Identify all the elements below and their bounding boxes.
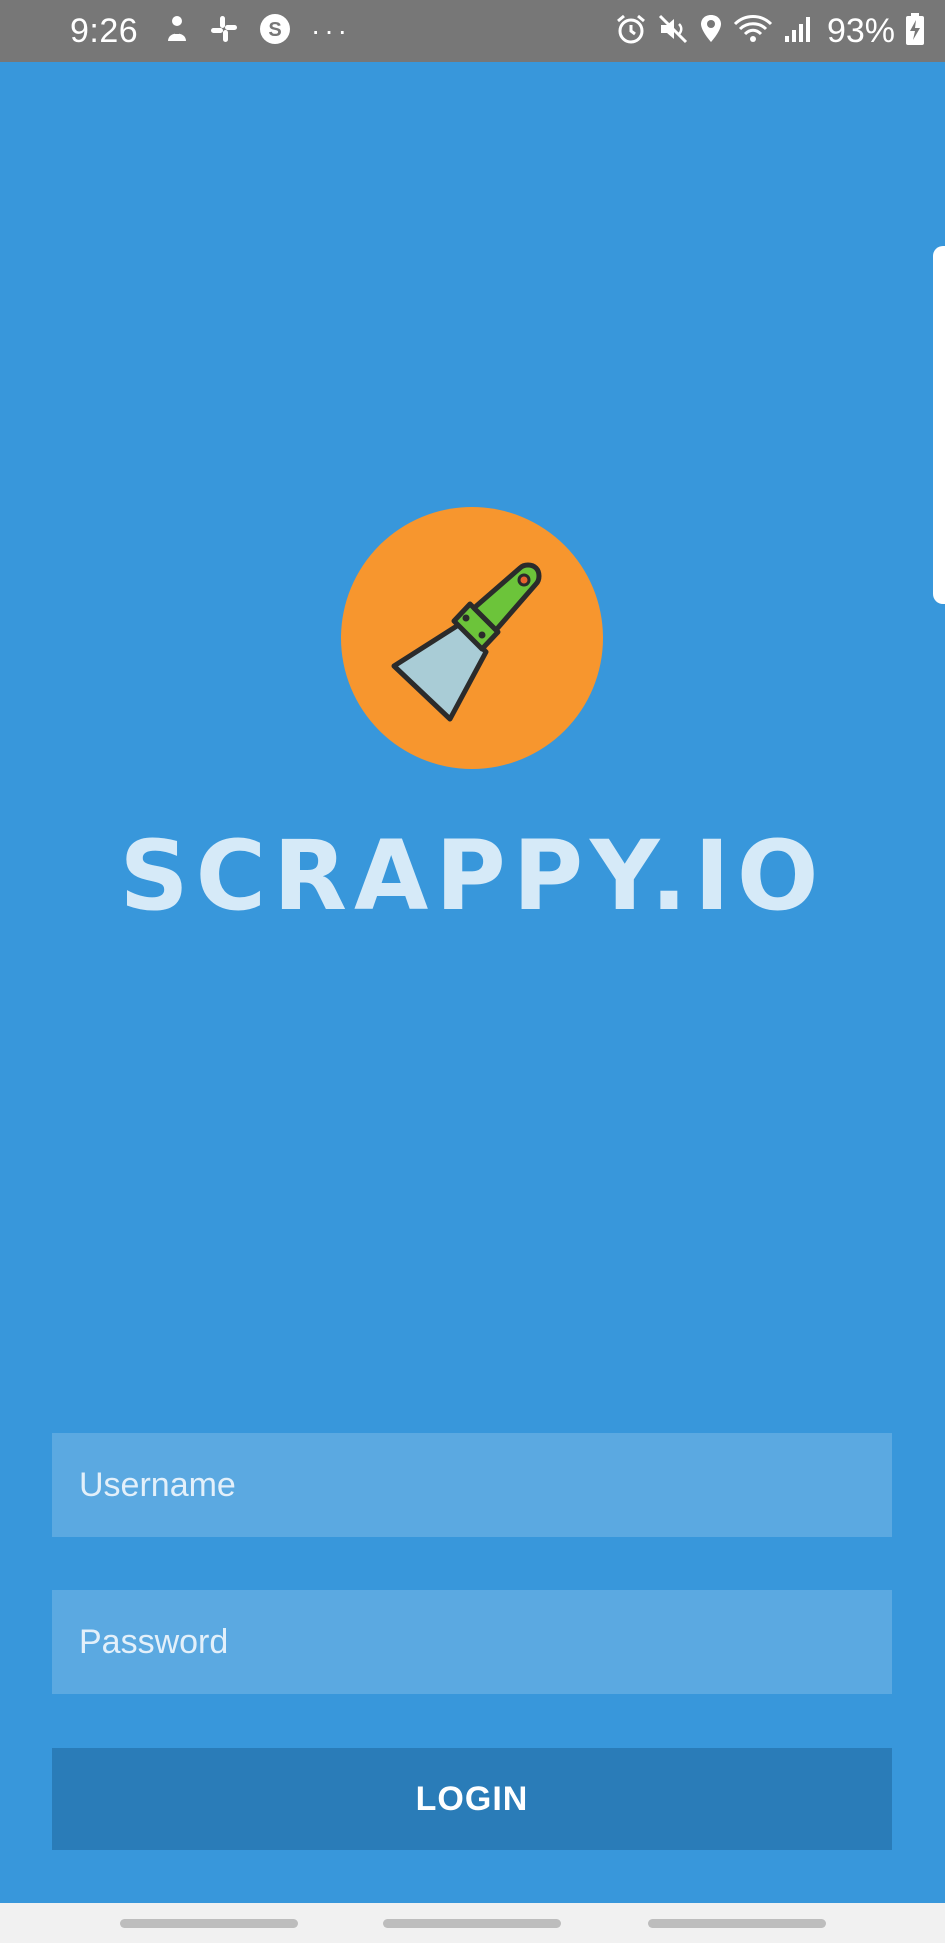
notification-icon [165,14,189,49]
status-time: 9:26 [70,12,139,50]
password-input[interactable] [52,1590,892,1694]
alarm-icon [615,13,647,50]
navigation-bar [0,1903,945,1943]
username-input[interactable] [52,1433,892,1537]
app-title: SCRAPPY.IO [119,820,826,932]
status-bar: 9:26 S ··· 93% [0,0,945,62]
status-left-icons: S ··· [165,13,351,50]
battery-charging-icon [905,12,925,51]
more-notifications-icon: ··· [311,15,351,46]
nav-back-button[interactable] [648,1919,826,1928]
app-logo [340,506,604,770]
battery-percent: 93% [826,11,895,50]
location-icon [699,13,723,50]
nav-home-button[interactable] [383,1919,561,1928]
wifi-icon [733,13,773,50]
login-button[interactable]: LOGIN [52,1748,892,1850]
svg-text:S: S [268,19,281,41]
nav-recents-button[interactable] [120,1919,298,1928]
app-s-icon: S [259,13,291,50]
mute-icon [657,13,689,50]
status-right-icons: 93% [615,12,925,50]
putty-knife-icon [341,507,603,769]
slack-icon [209,14,239,49]
edge-panel-handle[interactable] [933,246,945,604]
signal-icon [783,14,813,49]
